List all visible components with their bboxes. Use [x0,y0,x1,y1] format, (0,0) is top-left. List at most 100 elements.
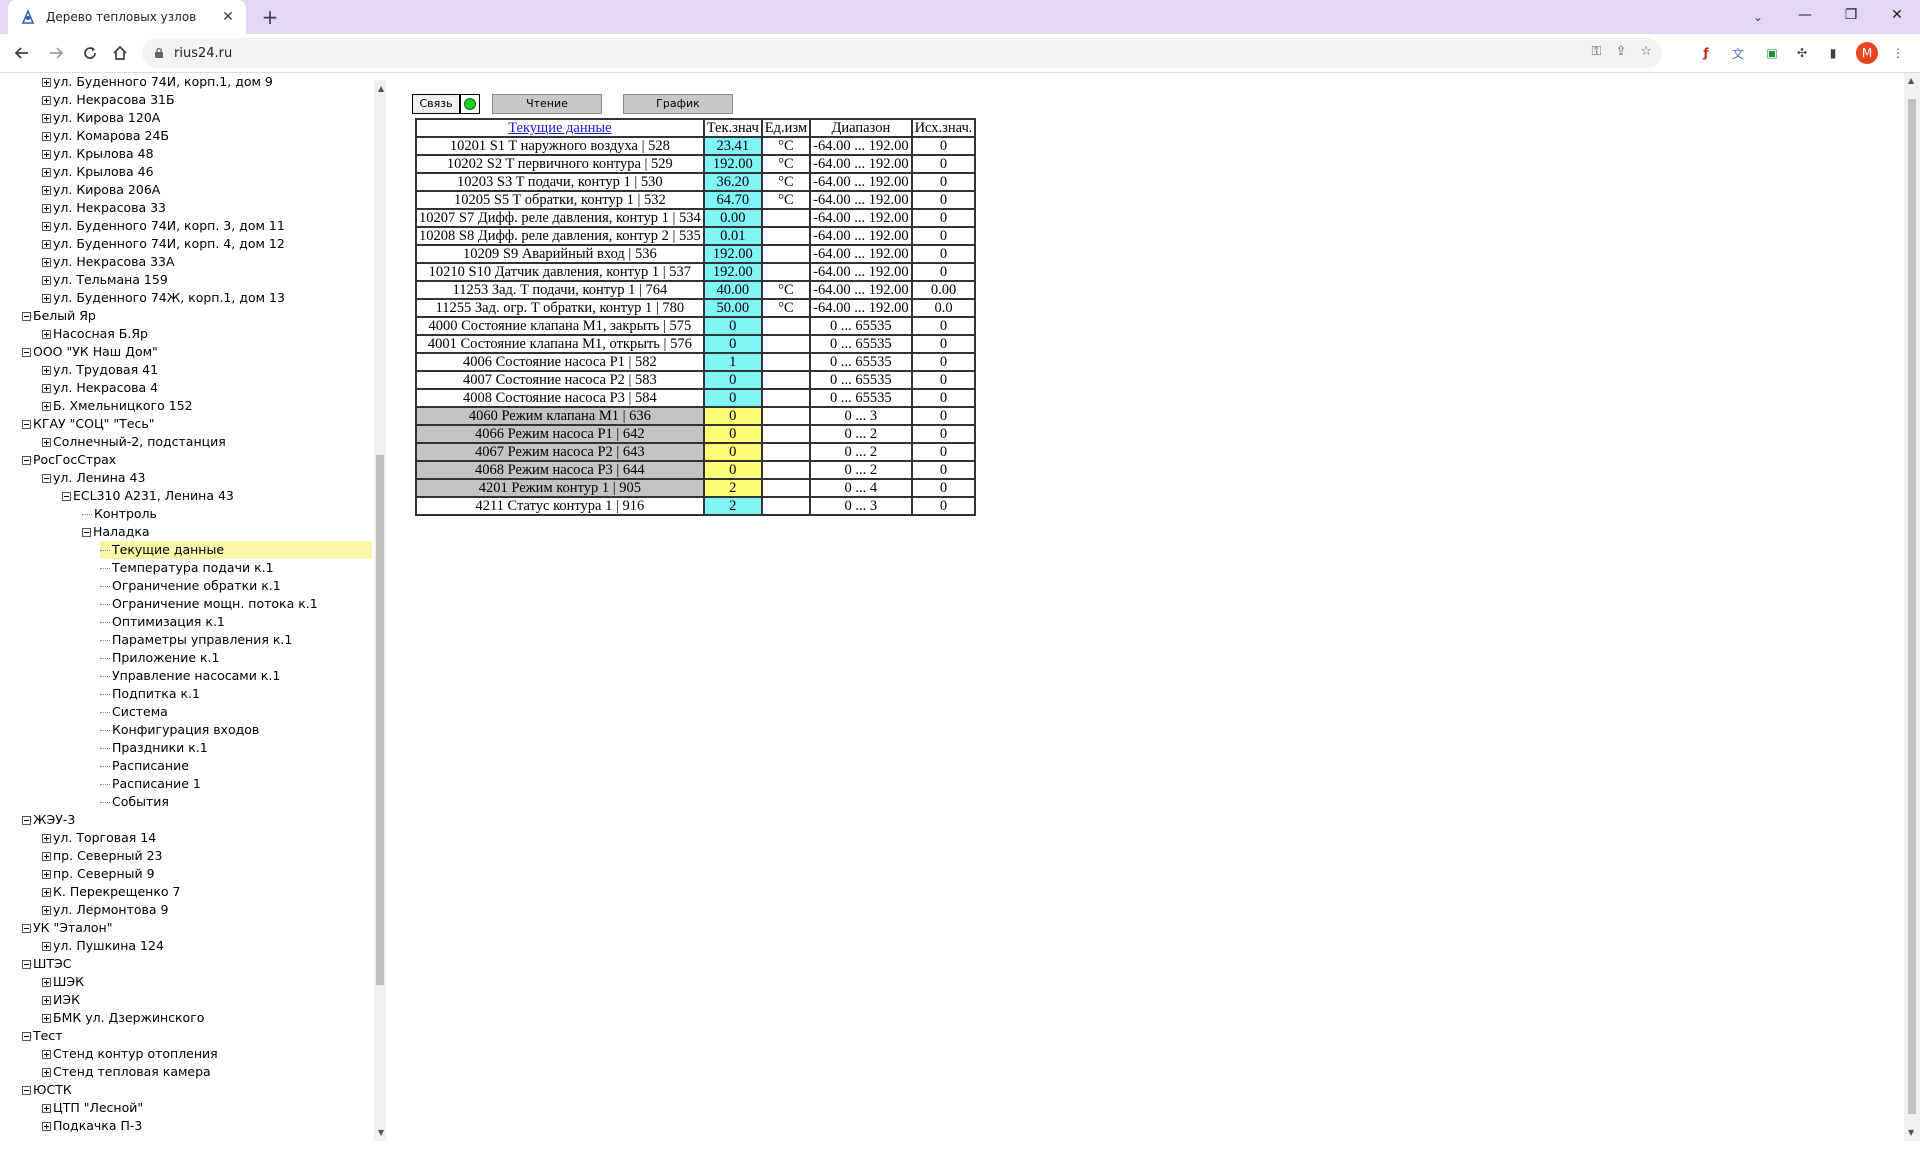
tree-item[interactable]: Тест [22,1027,62,1045]
expand-plus-icon[interactable] [42,978,51,987]
tree-item[interactable]: РосГосСтрах [22,451,116,469]
tree-item[interactable]: К. Перекрещенко 7 [42,883,180,901]
tree-item[interactable]: Расписание [100,757,189,775]
tree-item[interactable]: Температура подачи к.1 [100,559,274,577]
tree-item[interactable]: Белый Яр [22,307,96,325]
tree-scroll-thumb[interactable] [376,455,384,985]
tree-item[interactable]: ул. Трудовая 41 [42,361,158,379]
expand-plus-icon[interactable] [42,888,51,897]
side-panel-icon[interactable]: ▮ [1821,41,1845,65]
tree-item[interactable]: Праздники к.1 [100,739,208,757]
tree-item[interactable]: ул. Комарова 24Б [42,127,169,145]
page-scroll-thumb[interactable] [1908,99,1916,1114]
new-tab-icon[interactable]: + [258,5,282,29]
collapse-minus-icon[interactable] [22,456,31,465]
tree-item[interactable]: ул. Некрасова 31Б [42,91,175,109]
param-value-cell[interactable]: 0 [702,460,763,480]
expand-plus-icon[interactable] [42,150,51,159]
expand-plus-icon[interactable] [42,906,51,915]
param-value-cell[interactable]: 0 [702,442,763,462]
tree-item[interactable]: Подкачка П-3 [42,1117,142,1135]
tree-item[interactable]: Текущие данные [100,541,372,559]
forward-icon[interactable] [44,41,68,65]
tree-item[interactable]: Управление насосами к.1 [100,667,280,685]
tree-item[interactable]: ул. Некрасова 33 [42,199,166,217]
tree-item[interactable]: ИЭК [42,991,80,1009]
tree-item[interactable]: Приложение к.1 [100,649,219,667]
address-bar[interactable]: rius24.ru ⚿ ⇪ ☆ [142,38,1662,68]
expand-plus-icon[interactable] [42,132,51,141]
expand-plus-icon[interactable] [42,834,51,843]
minimize-icon[interactable]: — [1782,0,1828,30]
tree-item[interactable]: Стенд тепловая камера [42,1063,211,1081]
tree-item[interactable]: Система [100,703,168,721]
expand-plus-icon[interactable] [42,1068,51,1077]
param-value-cell[interactable]: 0 [702,424,763,444]
expand-plus-icon[interactable] [42,240,51,249]
tree-item[interactable]: Б. Хмельницкого 152 [42,397,193,415]
tree-item[interactable]: ул. Кирова 120А [42,109,160,127]
tree-item[interactable]: ООО "УК Наш Дом" [22,343,158,361]
share-icon[interactable]: ⇪ [1615,44,1626,59]
table-title-header[interactable]: Текущие данные [415,118,705,138]
collapse-minus-icon[interactable] [22,924,31,933]
browser-tab[interactable]: Дерево тепловых узлов ✕ [8,0,246,34]
page-scroll-down-icon[interactable]: ▼ [1908,1128,1914,1137]
tree-item[interactable]: пр. Северный 23 [42,847,163,865]
tree-item[interactable]: ЖЭУ-3 [22,811,75,829]
lock-icon[interactable] [152,47,166,59]
collapse-minus-icon[interactable] [22,420,31,429]
expand-plus-icon[interactable] [42,204,51,213]
flash-extension-icon[interactable]: ƒ [1694,41,1718,65]
read-parameters-button[interactable]: Чтение параметров [492,94,602,128]
expand-plus-icon[interactable] [42,96,51,105]
collapse-minus-icon[interactable] [62,492,71,501]
expand-plus-icon[interactable] [42,114,51,123]
tree-item[interactable]: БМК ул. Дзержинского [42,1009,204,1027]
reload-icon[interactable] [78,41,102,65]
tree-item[interactable]: ЦТП "Лесной" [42,1099,143,1117]
collapse-minus-icon[interactable] [22,312,31,321]
collapse-minus-icon[interactable] [42,474,51,483]
translate-extension-icon[interactable]: 文 [1726,41,1750,65]
collapse-minus-icon[interactable] [22,816,31,825]
tree-item[interactable]: ул. Некрасова 4 [42,379,158,397]
expand-plus-icon[interactable] [42,330,51,339]
tree-item[interactable]: Конфигурация входов [100,721,259,739]
tree-item[interactable]: УК "Эталон" [22,919,112,937]
collapse-minus-icon[interactable] [22,960,31,969]
tree-item[interactable]: ЮСТК [22,1081,72,1099]
extensions-puzzle-icon[interactable]: ✣ [1790,41,1814,65]
page-scroll-up-icon[interactable]: ▲ [1908,76,1914,85]
param-value-cell[interactable]: 0 [702,406,763,426]
tree-item[interactable]: ул. Некрасова 33А [42,253,175,271]
tree-item[interactable]: ул. Кирова 206А [42,181,160,199]
tree-item[interactable]: Насосная Б.Яр [42,325,148,343]
restore-icon[interactable]: ❐ [1828,0,1874,30]
expand-plus-icon[interactable] [42,438,51,447]
param-value-cell[interactable]: 2 [702,478,763,498]
tree-item[interactable]: Оптимизация к.1 [100,613,225,631]
tree-item[interactable]: ул. Крылова 46 [42,163,154,181]
collapse-minus-icon[interactable] [22,1032,31,1041]
tree-item[interactable]: Расписание 1 [100,775,201,793]
tree-item[interactable]: ул. Лермонтова 9 [42,901,169,919]
menu-kebab-icon[interactable]: ⋮ [1886,41,1910,65]
tree-item[interactable]: Контроль [82,505,157,523]
tree-item[interactable]: ШЭК [42,973,84,991]
expand-plus-icon[interactable] [42,1122,51,1131]
profile-avatar[interactable]: M [1856,42,1878,64]
expand-plus-icon[interactable] [42,222,51,231]
graph-button[interactable]: График [623,94,733,114]
expand-plus-icon[interactable] [42,294,51,303]
home-icon[interactable] [108,41,132,65]
tree-item[interactable]: ул. Буденного 74Ж, корп.1, дом 13 [42,289,285,307]
tree-item[interactable]: Ограничение обратки к.1 [100,577,281,595]
tree-item[interactable]: ул. Крылова 48 [42,145,154,163]
tree-item[interactable]: Солнечный-2, подстанция [42,433,226,451]
tab-search-icon[interactable]: ⌄ [1746,5,1770,29]
page-scrollbar[interactable] [1904,73,1920,1141]
bookmark-star-icon[interactable]: ☆ [1640,44,1652,59]
back-icon[interactable] [10,41,34,65]
tree-scroll-up-icon[interactable]: ▲ [378,84,384,93]
